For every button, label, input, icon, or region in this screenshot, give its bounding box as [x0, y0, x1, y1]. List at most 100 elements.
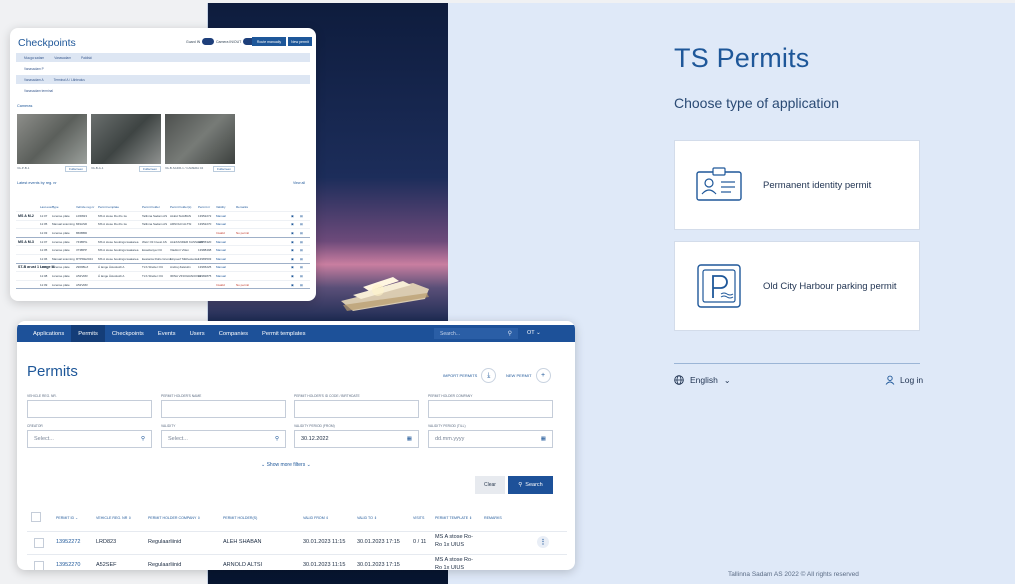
- camera-feed[interactable]: [165, 114, 235, 164]
- table-row[interactable]: MS A M-2 11:07 License plate LRD823 MS A sto…: [16, 212, 310, 221]
- search-icon: ⚲: [518, 482, 523, 488]
- view-icon[interactable]: ▣: [291, 240, 294, 244]
- port-tab[interactable]: Paldiski: [81, 56, 92, 60]
- view-icon[interactable]: ▣: [291, 222, 294, 226]
- parking-icon: [697, 264, 741, 308]
- details-icon[interactable]: ▤: [300, 257, 303, 261]
- details-icon[interactable]: ▤: [300, 248, 303, 252]
- nav-users[interactable]: Users: [183, 325, 212, 342]
- vehicle-reg-input[interactable]: [27, 400, 152, 418]
- fullscreen-button[interactable]: Fullscreen: [65, 166, 87, 172]
- port-tab[interactable]: Vanasadam: [54, 56, 71, 60]
- clear-button[interactable]: Clear: [475, 476, 505, 494]
- details-icon[interactable]: ▤: [300, 240, 303, 244]
- valid-till-date[interactable]: dd.mm.yyyy ▦: [428, 430, 553, 448]
- table-cell: 849ASD: [76, 222, 88, 227]
- view-all-link[interactable]: View all: [293, 181, 305, 185]
- camera-caption: VA-B-SADR-1 / CAMERA 04 Fullscreen: [165, 166, 235, 172]
- table-row[interactable]: 11:06 Manual scanning RTPDE2024 MS A stose …: [16, 255, 310, 264]
- table-cell: License plate: [52, 273, 70, 278]
- details-icon[interactable]: ▤: [300, 214, 303, 218]
- nav-checkpoints[interactable]: Checkpoints: [105, 325, 151, 342]
- nav-permit-templates[interactable]: Permit templates: [255, 325, 313, 342]
- route-manually-button[interactable]: Route manually: [252, 37, 286, 46]
- column-label: VEHICLE REG. NR: [96, 516, 128, 520]
- table-row[interactable]: MS A M-3 11:07 License plate 743BPG MS A sto…: [16, 238, 310, 247]
- port-tab[interactable]: Muuga sadam: [24, 56, 44, 60]
- creator-select[interactable]: Select... ⚲: [27, 430, 152, 448]
- permits-window: Applications Permits Checkpoints Events …: [17, 321, 575, 570]
- column-permit-id[interactable]: PERMIT ID ⌄: [56, 516, 78, 520]
- camera-toggle[interactable]: Camera IN/OUT: [216, 38, 256, 45]
- view-icon[interactable]: ▣: [291, 265, 294, 269]
- validity-select[interactable]: Select... ⚲: [161, 430, 286, 448]
- holder-company-input[interactable]: [428, 400, 553, 418]
- details-icon[interactable]: ▤: [300, 231, 303, 235]
- nav-applications[interactable]: Applications: [17, 325, 71, 342]
- language-selector[interactable]: English ⌄: [674, 375, 731, 385]
- row-checkbox[interactable]: [34, 561, 44, 570]
- option-permanent-identity-permit[interactable]: Permanent identity permit: [674, 140, 920, 230]
- port-filter[interactable]: Muuga sadam Vanasadam Paldiski: [16, 53, 310, 62]
- guard-toggle[interactable]: Guard IN: [186, 38, 215, 45]
- column-valid-to[interactable]: VALID TO ⇕: [357, 516, 377, 520]
- more-options-icon[interactable]: ⋮: [537, 536, 549, 548]
- view-icon[interactable]: ▣: [291, 274, 294, 278]
- table-row[interactable]: 11:09 License plate A52VRR Invalid No permit…: [16, 281, 310, 290]
- details-icon[interactable]: ▤: [300, 274, 303, 278]
- table-row[interactable]: 11:05 License plate 373BPP MS A stose booki…: [16, 246, 310, 255]
- toggle-switch[interactable]: [202, 38, 215, 45]
- events-table: Last event Type Vehicle reg.nr Permit templ…: [16, 203, 310, 290]
- holder-name-input[interactable]: [161, 400, 286, 418]
- column-valid-from[interactable]: VALID FROM ⇕: [303, 516, 329, 520]
- checkpoint-item[interactable]: Vanasadam P: [16, 64, 310, 73]
- details-icon[interactable]: ▤: [300, 283, 303, 287]
- table-row[interactable]: 11:03 License plate 866BBD Invalid No permit…: [16, 229, 310, 238]
- row-checkbox[interactable]: [34, 538, 44, 548]
- permit-id-link[interactable]: 13952270: [56, 562, 80, 568]
- table-cell: Manual: [216, 273, 226, 278]
- camera-feed[interactable]: [17, 114, 87, 164]
- fullscreen-button[interactable]: Fullscreen: [139, 166, 161, 172]
- nav-permits[interactable]: Permits: [71, 325, 105, 342]
- view-icon[interactable]: ▣: [291, 214, 294, 218]
- login-button[interactable]: Log in: [885, 375, 923, 385]
- option-old-city-harbour-parking-permit[interactable]: Old City Harbour parking permit: [674, 241, 920, 331]
- table-cell: 11:07: [40, 213, 48, 218]
- view-icon[interactable]: ▣: [291, 248, 294, 252]
- checkpoint-item-selected[interactable]: Vanasadam A Terminal A / Lähtealus: [16, 75, 310, 84]
- table-row[interactable]: 11:05 Manual scanning 849ASD MS A stose Ro-…: [16, 221, 310, 230]
- fullscreen-button[interactable]: Fullscreen: [213, 166, 235, 172]
- search-icon: ⚲: [274, 436, 279, 442]
- view-icon[interactable]: ▣: [291, 257, 294, 261]
- column-permit-template[interactable]: PERMIT TEMPLATE ⇕: [435, 516, 472, 520]
- table-row[interactable]: ST-B arust 1 Lange M 11:07 License plate 29…: [16, 264, 310, 273]
- search-button[interactable]: ⚲ Search: [508, 476, 553, 494]
- view-icon[interactable]: ▣: [291, 283, 294, 287]
- holder-id-input[interactable]: [294, 400, 419, 418]
- nav-companies[interactable]: Companies: [212, 325, 255, 342]
- import-permits-button[interactable]: IMPORT PERMITS ⤓: [443, 368, 497, 383]
- view-icon[interactable]: ▣: [291, 231, 294, 235]
- table-row[interactable]: 11:08 License plate A52VRR Á lange Ästoskol…: [16, 272, 310, 281]
- column-header: Permit nr: [198, 205, 211, 209]
- column-vehicle-reg[interactable]: VEHICLE REG. NR ⇕: [96, 516, 131, 520]
- camera-feed[interactable]: [91, 114, 161, 164]
- details-icon[interactable]: ▤: [300, 222, 303, 226]
- new-permit-button[interactable]: New permit: [288, 37, 312, 46]
- user-menu[interactable]: OT ⌄: [527, 330, 541, 336]
- permit-id-link[interactable]: 13952272: [56, 539, 80, 545]
- show-more-filters-link[interactable]: ⌄ Show more filters ⌄: [261, 462, 311, 468]
- select-all-checkbox[interactable]: [31, 512, 41, 522]
- divider: [674, 363, 920, 364]
- details-icon[interactable]: ▤: [300, 265, 303, 269]
- checkpoint-item[interactable]: Vanasadam terminal: [16, 86, 310, 95]
- valid-from-date[interactable]: 30.12.2022 ▦: [294, 430, 419, 448]
- nav-events[interactable]: Events: [151, 325, 183, 342]
- column-holder-company[interactable]: PERMIT HOLDER COMPANY ⇕: [148, 516, 200, 520]
- new-permit-button[interactable]: NEW PERMIT +: [506, 368, 551, 383]
- table-cell: License plate: [52, 282, 70, 287]
- nav-search-input[interactable]: Search... ⚲: [434, 328, 518, 339]
- filter-label: CREATOR: [27, 424, 43, 428]
- table-cell: License plate: [52, 248, 70, 253]
